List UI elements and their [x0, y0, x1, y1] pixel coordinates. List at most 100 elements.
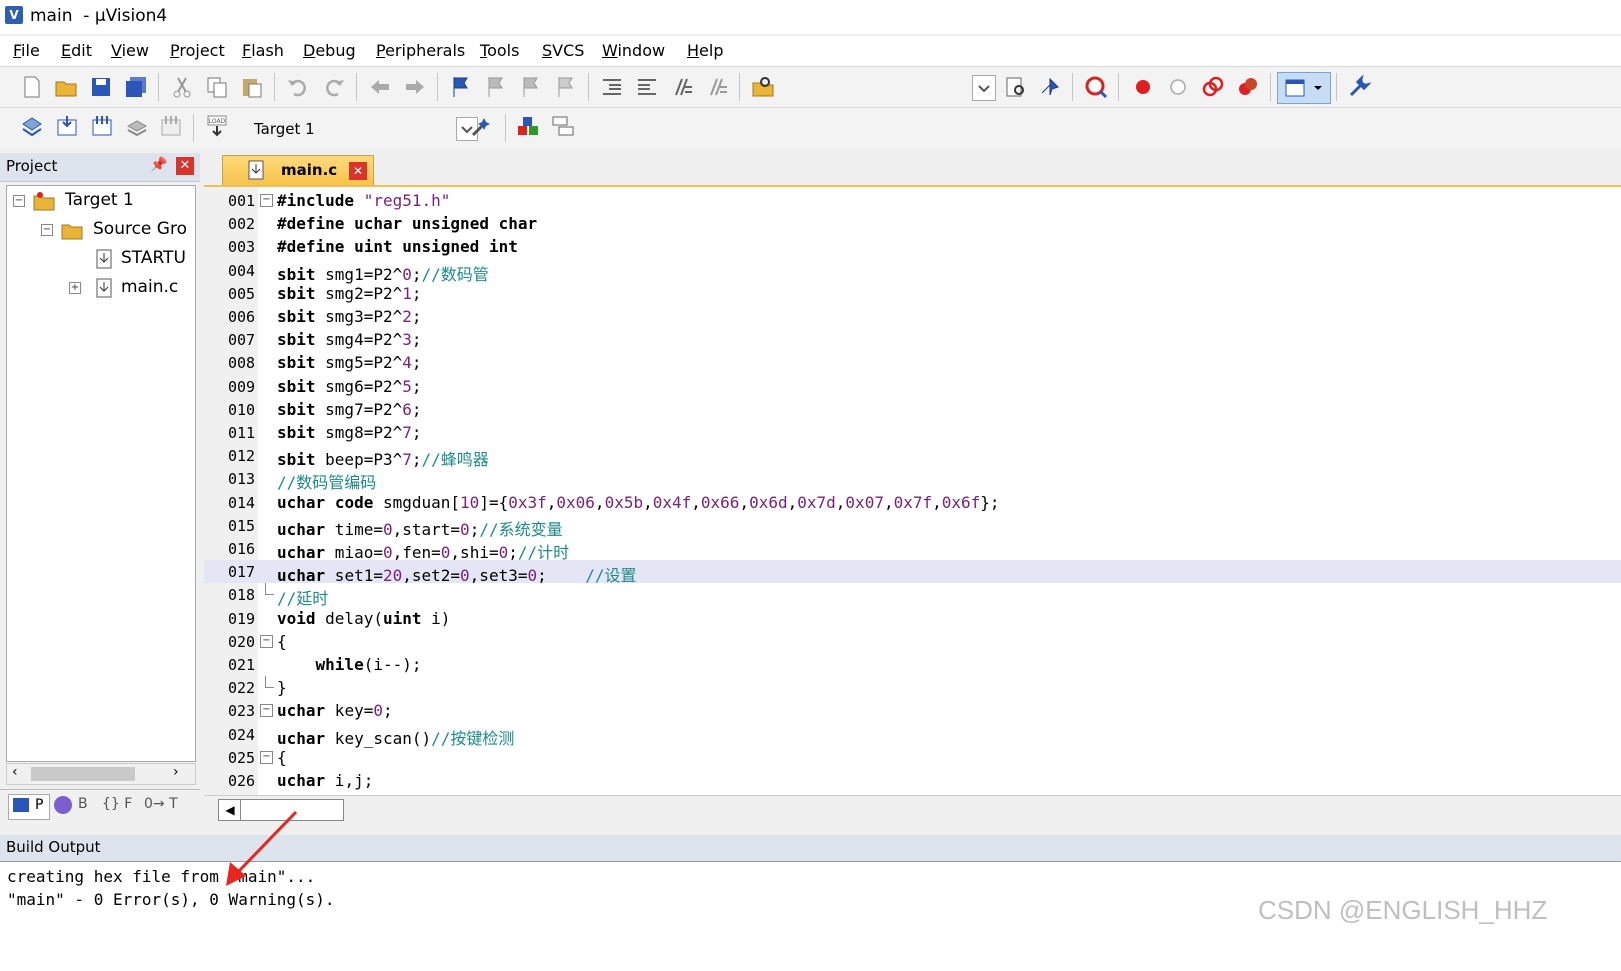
undo-icon[interactable]: [286, 75, 310, 99]
code-line[interactable]: 023− uchar key=0;: [204, 699, 1621, 722]
disable-breakpoint-icon[interactable]: [1166, 75, 1190, 99]
configure-icon[interactable]: [1347, 75, 1371, 99]
indent-icon[interactable]: [600, 75, 624, 99]
fold-toggle-icon[interactable]: −: [260, 750, 273, 764]
menu-view[interactable]: View: [111, 41, 149, 60]
build-icon[interactable]: [55, 114, 79, 138]
next-bookmark-icon[interactable]: [519, 75, 543, 99]
tab-books[interactable]: B: [52, 794, 96, 818]
project-horizontal-scrollbar[interactable]: ‹ ›: [6, 763, 196, 785]
tab-templates[interactable]: 0→ T: [142, 794, 186, 818]
code-line[interactable]: 012 sbit beep=P3^7;//蜂鸣器: [204, 444, 1621, 469]
translate-icon[interactable]: [20, 114, 44, 138]
bookmark-icon[interactable]: [449, 75, 473, 99]
batch-build-icon[interactable]: [125, 114, 149, 138]
unindent-icon[interactable]: [635, 75, 659, 99]
paste-icon[interactable]: [240, 75, 264, 99]
cut-icon[interactable]: [170, 75, 194, 99]
tab-main-c[interactable]: main.c ✕: [222, 155, 374, 186]
collapse-icon[interactable]: −: [13, 195, 25, 207]
save-all-icon[interactable]: [124, 75, 148, 99]
start-debug-icon[interactable]: [1084, 75, 1108, 99]
tree-item-startup-file[interactable]: STARTU: [7, 246, 195, 272]
menu-tools[interactable]: Tools: [480, 41, 519, 60]
code-line[interactable]: 014 uchar code smgduan[10]={0x3f,0x06,0x5…: [204, 491, 1621, 514]
collapse-icon[interactable]: −: [41, 224, 53, 236]
insert-breakpoint-icon[interactable]: [1131, 75, 1155, 99]
window-layout-button[interactable]: [1277, 72, 1331, 104]
menu-help[interactable]: Help: [687, 41, 723, 60]
kill-all-breakpoints-icon[interactable]: [1236, 75, 1260, 99]
fold-toggle-icon[interactable]: −: [260, 634, 273, 648]
pin-icon[interactable]: 📌: [150, 157, 167, 173]
code-line[interactable]: 019 void delay(uint i): [204, 607, 1621, 630]
menu-window[interactable]: Window: [602, 41, 665, 60]
menu-svcs[interactable]: SVCS: [542, 41, 584, 60]
scroll-left-icon[interactable]: ◀: [218, 799, 242, 821]
expand-icon[interactable]: +: [69, 282, 81, 294]
uncomment-icon[interactable]: [705, 75, 729, 99]
tab-project[interactable]: P: [8, 794, 50, 820]
disable-all-breakpoints-icon[interactable]: [1201, 75, 1225, 99]
code-line[interactable]: 010 sbit smg7=P2^6;: [204, 398, 1621, 421]
scrollbar-thumb[interactable]: [31, 767, 135, 781]
close-icon[interactable]: ✕: [176, 157, 194, 175]
code-line[interactable]: 021 while(i--);: [204, 653, 1621, 676]
code-line[interactable]: 007 sbit smg4=P2^3;: [204, 328, 1621, 351]
fold-toggle-icon[interactable]: −: [260, 194, 273, 207]
open-folder-icon[interactable]: [54, 75, 78, 99]
find-in-files-icon[interactable]: [751, 75, 775, 99]
find-icon[interactable]: [1004, 75, 1028, 99]
code-line[interactable]: 002 #define uchar unsigned char: [204, 212, 1621, 235]
menu-project[interactable]: Project: [170, 41, 225, 60]
menu-flash[interactable]: Flash: [242, 41, 284, 60]
code-line[interactable]: 022}: [204, 676, 1621, 699]
redo-icon[interactable]: [322, 75, 346, 99]
nav-forward-icon[interactable]: [403, 75, 427, 99]
target-options-icon[interactable]: [470, 114, 494, 138]
scroll-left-icon[interactable]: ‹: [12, 764, 18, 780]
code-line[interactable]: 001− #include "reg51.h": [204, 189, 1621, 212]
close-icon[interactable]: ✕: [349, 162, 367, 180]
menu-debug[interactable]: Debug: [303, 41, 356, 60]
scrollbar-thumb[interactable]: [240, 799, 344, 821]
code-line[interactable]: 024 uchar key_scan()//按键检测: [204, 723, 1621, 748]
prev-bookmark-icon[interactable]: [484, 75, 508, 99]
save-icon[interactable]: [89, 75, 113, 99]
tree-item-source-group[interactable]: − Source Gro: [7, 217, 195, 243]
code-line[interactable]: 004 sbit smg1=P2^0;//数码管: [204, 259, 1621, 284]
code-line[interactable]: 009 sbit smg6=P2^5;: [204, 375, 1621, 398]
code-line[interactable]: 015 uchar time=0,start=0;//系统变量: [204, 514, 1621, 539]
editor-horizontal-scrollbar[interactable]: ◀: [204, 795, 1621, 822]
menu-file[interactable]: File: [13, 41, 40, 60]
select-packs-icon[interactable]: [551, 114, 575, 138]
clear-bookmarks-icon[interactable]: [554, 75, 578, 99]
copy-icon[interactable]: [205, 75, 229, 99]
code-editor[interactable]: 001− #include "reg51.h" 002 #define uchar u…: [204, 185, 1621, 797]
code-line[interactable]: 006 sbit smg3=P2^2;: [204, 305, 1621, 328]
code-line[interactable]: 017 uchar set1=20,set2=0,set3=0; //设置: [204, 560, 1621, 585]
code-line[interactable]: 020−{: [204, 630, 1621, 653]
nav-back-icon[interactable]: [368, 75, 392, 99]
menu-edit[interactable]: Edit: [61, 41, 92, 60]
stop-build-icon[interactable]: [159, 114, 183, 138]
code-line[interactable]: 026 uchar i,j;: [204, 769, 1621, 792]
tree-item-main-c[interactable]: + main.c: [7, 275, 195, 301]
code-line[interactable]: 008 sbit smg5=P2^4;: [204, 351, 1621, 374]
tree-item-target[interactable]: − Target 1: [7, 188, 195, 214]
rebuild-icon[interactable]: [90, 114, 114, 138]
code-line[interactable]: 003 #define uint unsigned int: [204, 235, 1621, 258]
fold-toggle-icon[interactable]: −: [260, 704, 273, 718]
scroll-right-icon[interactable]: ›: [173, 764, 179, 780]
incremental-find-icon[interactable]: [1038, 75, 1062, 99]
code-line[interactable]: 013//数码管编码: [204, 467, 1621, 492]
menu-peripherals[interactable]: Peripherals: [376, 41, 465, 60]
comment-icon[interactable]: [670, 75, 694, 99]
manage-components-icon[interactable]: [516, 114, 540, 138]
target-select[interactable]: Target 1: [254, 115, 476, 141]
code-line[interactable]: 005 sbit smg2=P2^1;: [204, 282, 1621, 305]
code-line[interactable]: 025−{: [204, 746, 1621, 769]
code-line[interactable]: 018//延时: [204, 583, 1621, 608]
code-line[interactable]: 011 sbit smg8=P2^7;: [204, 421, 1621, 444]
download-icon[interactable]: LOAD: [205, 114, 229, 138]
